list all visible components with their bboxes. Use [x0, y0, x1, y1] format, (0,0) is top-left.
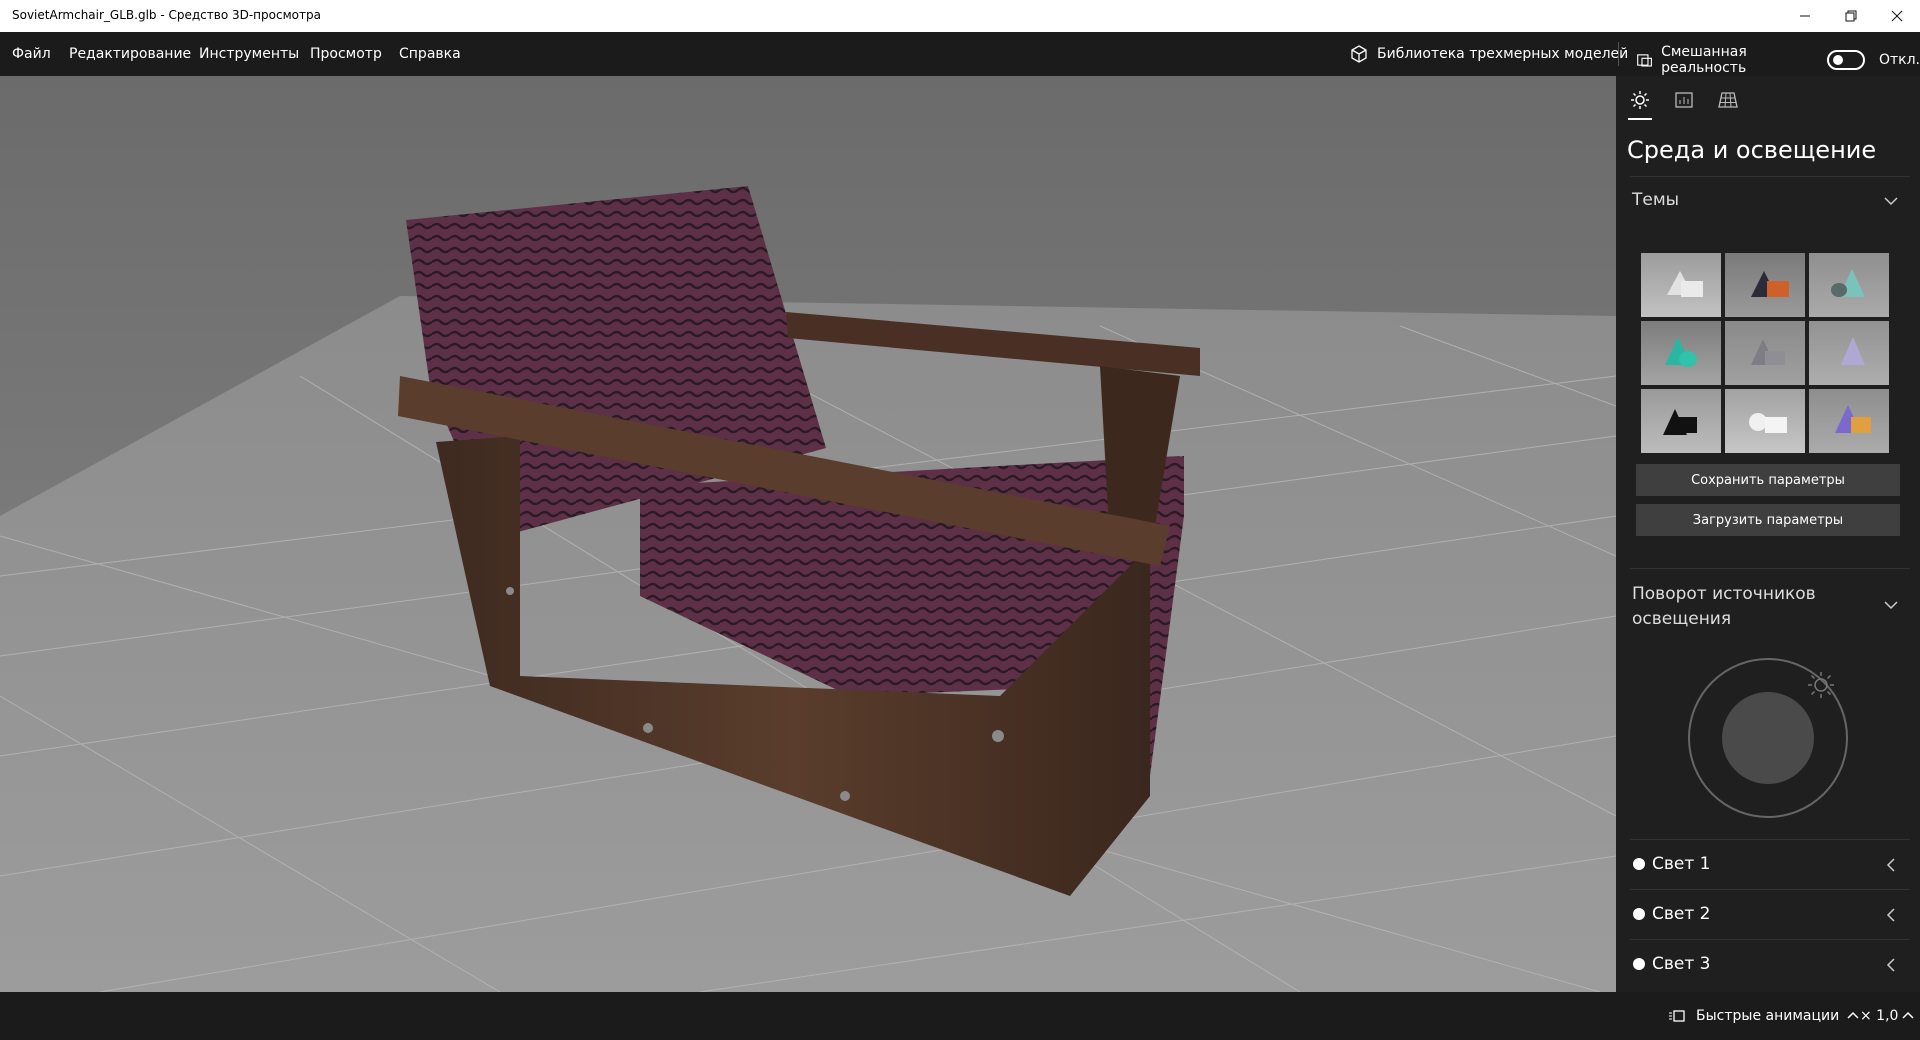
theme-tile[interactable]	[1641, 253, 1721, 317]
light-row-3[interactable]: Свет 3	[1616, 940, 1920, 990]
restore-button[interactable]	[1828, 0, 1874, 32]
light-indicator-dot	[1633, 908, 1645, 920]
themes-title[interactable]: Темы	[1632, 190, 1679, 210]
theme-tile[interactable]	[1725, 253, 1805, 317]
chevron-left-icon	[1886, 858, 1895, 872]
3d-library-button[interactable]: Библиотека трехмерных моделей	[1349, 44, 1628, 64]
cube-icon	[1351, 45, 1367, 63]
theme-tile[interactable]	[1641, 321, 1721, 385]
stats-icon	[1675, 92, 1693, 108]
theme-tile[interactable]	[1809, 253, 1889, 317]
save-settings-button[interactable]: Сохранить параметры	[1636, 464, 1900, 496]
bolt	[643, 723, 653, 733]
light-rotation-knob[interactable]	[1722, 692, 1814, 784]
bolt	[840, 791, 850, 801]
window-title: SovietArmchair_GLB.glb - Средство 3D-про…	[12, 8, 321, 22]
toolbar-divider	[1618, 42, 1619, 66]
chevron-left-icon	[1886, 908, 1895, 922]
load-settings-button[interactable]: Загрузить параметры	[1636, 504, 1900, 536]
menu-file[interactable]: Файл	[12, 46, 51, 62]
theme-tile[interactable]	[1725, 321, 1805, 385]
3d-viewport[interactable]	[0, 76, 1616, 992]
divider	[1630, 176, 1910, 177]
chevron-down-icon[interactable]	[1884, 598, 1898, 612]
theme-tile[interactable]	[1725, 389, 1805, 453]
tab-environment[interactable]	[1628, 88, 1652, 120]
light-rotation-title[interactable]: Поворот источников освещения	[1632, 582, 1816, 632]
panel-heading: Среда и освещение	[1627, 136, 1877, 164]
restore-icon	[1845, 10, 1857, 22]
theme-tile[interactable]	[1809, 389, 1889, 453]
bottom-bar: Быстрые анимации × 1,0	[0, 992, 1920, 1040]
divider	[1630, 568, 1910, 569]
grid-icon	[1718, 92, 1738, 108]
light-row-2[interactable]: Свет 2	[1616, 890, 1920, 940]
close-button[interactable]	[1874, 0, 1920, 32]
theme-tile[interactable]	[1641, 389, 1721, 453]
light-sun-icon[interactable]	[1806, 670, 1836, 700]
quick-animations-button[interactable]: Быстрые анимации	[1668, 1008, 1859, 1024]
playback-speed-value: × 1,0	[1860, 1008, 1899, 1024]
bolt	[992, 730, 1004, 742]
bolt	[506, 587, 514, 595]
menu-view[interactable]: Просмотр	[310, 46, 382, 62]
light-rotation-title-line2: освещения	[1632, 609, 1732, 629]
light-label: Свет 3	[1652, 954, 1711, 974]
mixed-reality-state: Откл.	[1878, 52, 1920, 68]
3d-library-label: Библиотека трехмерных моделей	[1377, 46, 1629, 62]
light-row-1[interactable]: Свет 1	[1616, 840, 1920, 890]
theme-grid	[1641, 253, 1889, 453]
close-icon	[1891, 10, 1903, 22]
minimize-icon	[1800, 15, 1810, 17]
quick-animations-label: Быстрые анимации	[1696, 1008, 1840, 1024]
theme-tile[interactable]	[1809, 321, 1889, 385]
mixed-reality-icon	[1637, 54, 1652, 67]
menu-tools[interactable]: Инструменты	[199, 46, 299, 62]
sun-icon	[1631, 91, 1649, 109]
menu-help[interactable]: Справка	[399, 46, 461, 62]
chevron-down-icon[interactable]	[1884, 194, 1898, 208]
tab-stats[interactable]	[1672, 88, 1696, 112]
mixed-reality-toggle[interactable]: Смешанная реальность Откл.	[1636, 44, 1920, 76]
animation-icon	[1669, 1010, 1685, 1022]
model-scene	[0, 186, 1616, 992]
chevron-up-icon	[1902, 1011, 1914, 1019]
light-indicator-dot	[1633, 958, 1645, 970]
mixed-reality-switch[interactable]	[1826, 50, 1865, 70]
light-label: Свет 1	[1652, 854, 1711, 874]
title-bar: SovietArmchair_GLB.glb - Средство 3D-про…	[0, 0, 1920, 32]
environment-panel: Среда и освещение Темы Сохранить парамет…	[1616, 76, 1920, 992]
tab-grid[interactable]	[1716, 88, 1740, 112]
light-label: Свет 2	[1652, 904, 1711, 924]
playback-speed-button[interactable]: × 1,0	[1860, 1008, 1914, 1024]
chevron-left-icon	[1886, 958, 1895, 972]
menu-bar: Файл Редактирование Инструменты Просмотр…	[0, 32, 1920, 76]
chevron-up-icon	[1847, 1011, 1859, 1019]
light-indicator-dot	[1633, 858, 1645, 870]
mixed-reality-label: Смешанная реальность	[1661, 44, 1747, 76]
minimize-button[interactable]	[1782, 0, 1828, 32]
menu-edit[interactable]: Редактирование	[69, 46, 191, 62]
light-rotation-title-line1: Поворот источников	[1632, 584, 1816, 604]
